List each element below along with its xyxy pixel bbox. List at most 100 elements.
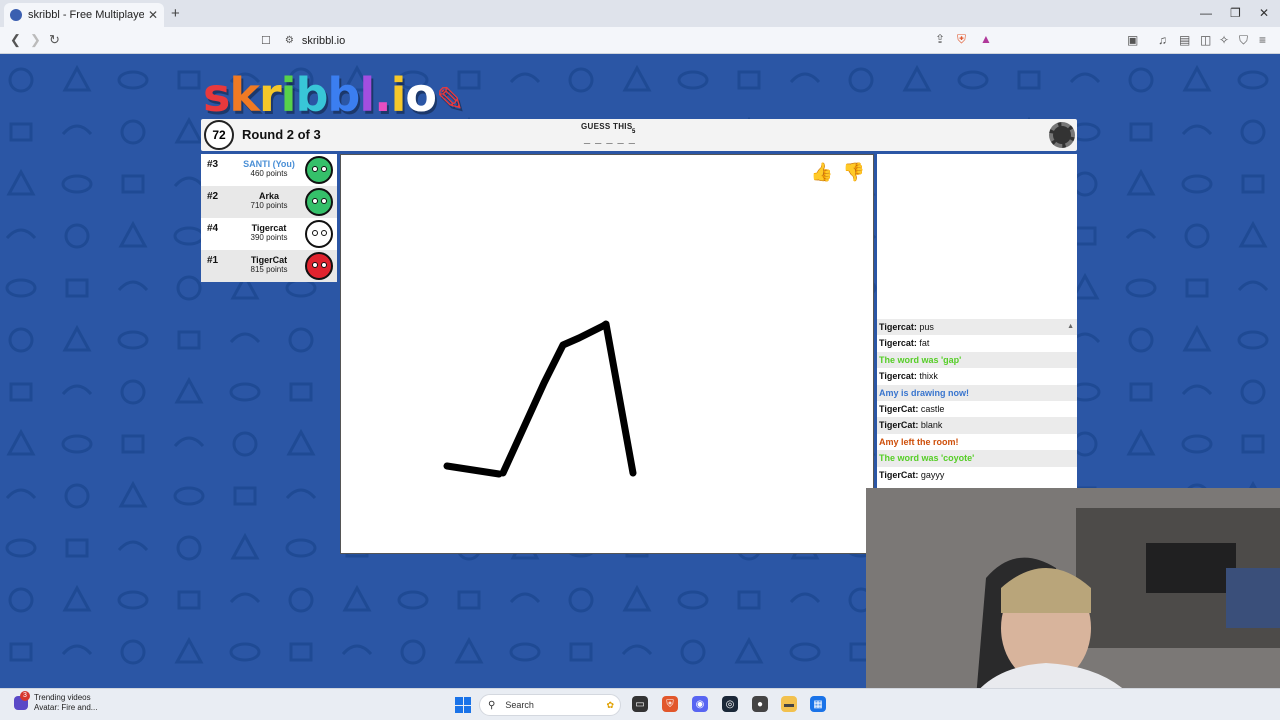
doodle-shape — [9, 122, 33, 142]
browser-tab[interactable]: skribbl - Free Multiplayer Drawin ✕ — [4, 3, 164, 27]
forward-button[interactable]: ❯ — [30, 32, 41, 48]
windows-taskbar: 3 Trending videos Avatar: Fire and... ⚲ … — [0, 688, 1280, 720]
media-icon[interactable]: ♫ — [1158, 33, 1167, 47]
notification-badge: 3 — [20, 691, 30, 701]
drawing-canvas[interactable] — [340, 154, 874, 554]
browser-toolbar: ❮ ❯ ↻ ☐ ⚙ skribbl.io ⇪ ⛨ ▲ ▣ ♫ ▤ ◫ ✧ ⛉ ≡ — [0, 27, 1280, 54]
site-info-icon[interactable]: ⚙ — [285, 35, 294, 46]
doodle-shape — [120, 639, 146, 665]
chat-message: Amy left the room! — [877, 434, 1077, 450]
chat-user: Tigercat: — [879, 322, 917, 332]
skribbl-logo: skribbl.io✎ — [203, 68, 464, 122]
steam-icon[interactable]: ◎ — [722, 696, 738, 712]
doodle-shape — [1240, 379, 1266, 405]
doodle-shape — [118, 220, 148, 248]
reading-list-icon[interactable]: ▤ — [1179, 33, 1190, 47]
doodle-shape — [61, 644, 93, 656]
wallet-icon[interactable]: ◫ — [1200, 33, 1211, 47]
doodle-shape — [457, 590, 481, 610]
doodle-shape — [61, 384, 93, 396]
obs-icon[interactable]: ● — [752, 696, 768, 712]
chat-message: Tigercat: fat — [877, 335, 1077, 351]
player-row[interactable]: #1 TigerCat 815 points — [201, 250, 337, 282]
webcam-overlay — [866, 488, 1280, 688]
chat-message: Tigercat: pus — [877, 319, 1077, 336]
taskbar-search[interactable]: ⚲ Search ✿ — [479, 694, 621, 716]
player-avatar — [305, 252, 333, 280]
doodle-shape — [1126, 428, 1156, 456]
doodle-shape — [6, 428, 36, 456]
search-highlight-icon: ✿ — [606, 699, 614, 710]
doodle-shape — [1125, 228, 1157, 240]
back-button[interactable]: ❮ — [10, 32, 21, 48]
menu-icon[interactable]: ≡ — [1259, 33, 1266, 47]
player-row[interactable]: #2 Arka 710 points — [201, 186, 337, 218]
sidebar-toggle-icon[interactable]: ▣ — [1127, 33, 1138, 47]
doodle-shape — [569, 642, 593, 662]
doodle-shape — [6, 168, 36, 196]
share-icon[interactable]: ⇪ — [935, 32, 945, 46]
chat-user: TigerCat: — [879, 469, 919, 480]
task-view-icon[interactable]: ▭ — [632, 696, 648, 712]
new-tab-button[interactable]: + — [171, 5, 180, 22]
leo-ai-icon[interactable]: ✧ — [1219, 33, 1229, 47]
doodle-shape — [1129, 122, 1153, 142]
doodle-shape — [8, 587, 34, 613]
player-avatar — [305, 220, 333, 248]
brave-browser-icon[interactable]: ⛨ — [662, 696, 678, 712]
chat-user: Tigercat: — [879, 338, 917, 349]
chat-message: Amy is drawing now! — [877, 384, 1077, 401]
brave-shield-icon[interactable]: ⛨ — [957, 32, 966, 47]
doodle-shape — [232, 431, 258, 457]
chat-log: Tigercat: pus Tigercat: fat The word was '… — [877, 319, 1077, 488]
trending-title: Trending videos — [34, 693, 91, 702]
doodle-shape — [454, 636, 484, 664]
minimize-window-button[interactable]: — — [1200, 6, 1212, 20]
player-row[interactable]: #3 SANTI (You) 460 points — [201, 154, 337, 186]
discord-icon[interactable]: ◉ — [692, 696, 708, 712]
doodle-shape — [1241, 434, 1265, 454]
doodle-shape — [9, 642, 33, 662]
doodle-shape — [229, 592, 261, 604]
doodle-shape — [509, 72, 541, 84]
doodle-shape — [233, 486, 257, 506]
trending-widget[interactable]: 3 Trending videos Avatar: Fire and... — [14, 691, 97, 713]
thumbs-up-icon[interactable]: 👍 — [809, 159, 835, 185]
doodle-shape — [397, 590, 429, 610]
doodle-shape — [62, 324, 92, 352]
settings-gear-icon[interactable] — [1049, 122, 1075, 148]
doodle-shape — [789, 592, 821, 604]
restore-window-button[interactable]: ❐ — [1230, 6, 1241, 20]
chat-message: Tigercat: thixk — [877, 368, 1077, 384]
address-bar[interactable]: ☐ ⚙ skribbl.io ⇪ ⛨ ▲ — [255, 30, 1005, 51]
skribbl-page: skribbl.io✎ 72 Round 2 of 3 GUESS THIS 5… — [0, 54, 1280, 688]
player-row[interactable]: #4 Tigercat 390 points — [201, 218, 337, 250]
player-points: 460 points — [250, 169, 288, 178]
reload-button[interactable]: ↻ — [49, 32, 60, 48]
close-window-button[interactable]: ✕ — [1259, 6, 1269, 20]
thumbs-down-icon[interactable]: 👎 — [841, 159, 867, 185]
bookmark-icon[interactable]: ☐ — [261, 34, 271, 47]
doodle-shape — [622, 584, 652, 612]
doodle-shape — [121, 434, 145, 454]
player-avatar — [305, 156, 333, 184]
doodle-shape — [174, 116, 204, 144]
doodle-shape — [1017, 70, 1041, 90]
doodle-shape — [1181, 434, 1213, 454]
browser-tab-bar: skribbl - Free Multiplayer Drawin ✕ + — … — [0, 0, 1280, 27]
doodle-shape — [5, 538, 37, 558]
microsoft-store-icon[interactable]: ▦ — [810, 696, 826, 712]
vpn-icon[interactable]: ⛉ — [1239, 33, 1248, 48]
doodle-shape — [173, 436, 205, 448]
doodle-shape — [509, 642, 541, 662]
chat-scroll-up-icon[interactable]: ▲ — [1067, 323, 1074, 330]
file-explorer-icon[interactable]: ▬ — [781, 696, 797, 712]
doodle-shape — [285, 538, 317, 558]
doodle-shape — [65, 538, 89, 558]
close-tab-icon[interactable]: ✕ — [148, 8, 158, 22]
windows-start-icon[interactable] — [455, 697, 471, 713]
brave-rewards-icon[interactable]: ▲ — [980, 32, 992, 46]
webcam-feed-image — [866, 488, 1280, 688]
doodle-shape — [789, 72, 821, 84]
doodle-shape — [61, 434, 93, 454]
